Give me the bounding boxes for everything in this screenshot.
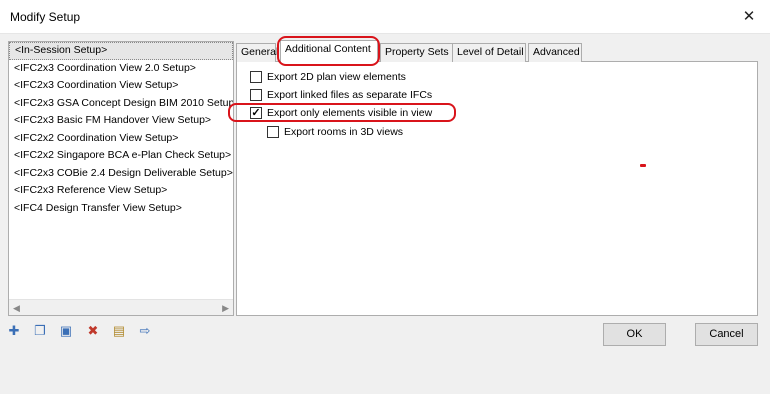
tab-general[interactable]: General [236,43,278,62]
scroll-left-icon[interactable]: ◀ [13,303,20,314]
setup-list-item[interactable]: <IFC2x3 Reference View Setup> [9,182,233,200]
tab-level-of-detail[interactable]: Level of Detail [452,43,526,62]
checkbox[interactable] [250,89,262,101]
delete-setup-icon[interactable]: ✖ [85,323,101,339]
setup-list-item[interactable]: <In-Session Setup> [9,42,233,60]
rename-setup-icon[interactable]: ▣ [58,323,74,339]
annotation-mark [640,164,646,167]
annotation-circle-tab [277,36,380,66]
option-label: Export rooms in 3D views [284,126,404,138]
option-label: Export linked files as separate IFCs [267,89,433,101]
setup-list-item[interactable]: <IFC2x3 GSA Concept Design BIM 2010 Setu… [9,95,233,113]
annotation-circle-option [228,103,456,122]
setup-list: <In-Session Setup> <IFC2x3 Coordination V… [9,42,233,299]
title-bar: Modify Setup ✕ [0,0,770,34]
cancel-button[interactable]: Cancel [695,323,758,346]
tab-property-sets[interactable]: Property Sets [380,43,453,62]
option-label: Export 2D plan view elements [267,71,406,83]
close-icon[interactable]: ✕ [738,6,760,28]
ok-button[interactable]: OK [603,323,666,346]
horizontal-scrollbar[interactable]: ◀ ▶ [9,299,233,315]
tab-advanced[interactable]: Advanced [528,43,582,62]
checkbox[interactable] [267,126,279,138]
window-title: Modify Setup [10,10,81,24]
export-setup-icon[interactable]: ⇨ [137,323,153,339]
scroll-right-icon[interactable]: ▶ [222,303,229,314]
duplicate-setup-icon[interactable]: ❐ [32,323,48,339]
new-setup-icon[interactable]: ✚ [6,323,22,339]
setup-list-item[interactable]: <IFC2x3 Coordination View Setup> [9,77,233,95]
setup-list-item[interactable]: <IFC4 Design Transfer View Setup> [9,200,233,218]
setup-list-item[interactable]: <IFC2x3 Basic FM Handover View Setup> [9,112,233,130]
checkbox[interactable] [250,71,262,83]
setup-list-item[interactable]: <IFC2x2 Singapore BCA e-Plan Check Setup… [9,147,233,165]
setup-list-panel: <In-Session Setup> <IFC2x3 Coordination V… [8,41,234,316]
import-setup-icon[interactable]: ▤ [111,323,127,339]
setup-list-item[interactable]: <IFC2x3 Coordination View 2.0 Setup> [9,60,233,78]
setup-list-item[interactable]: <IFC2x3 COBie 2.4 Design Deliverable Set… [9,165,233,183]
setup-list-item[interactable]: <IFC2x2 Coordination View Setup> [9,130,233,148]
